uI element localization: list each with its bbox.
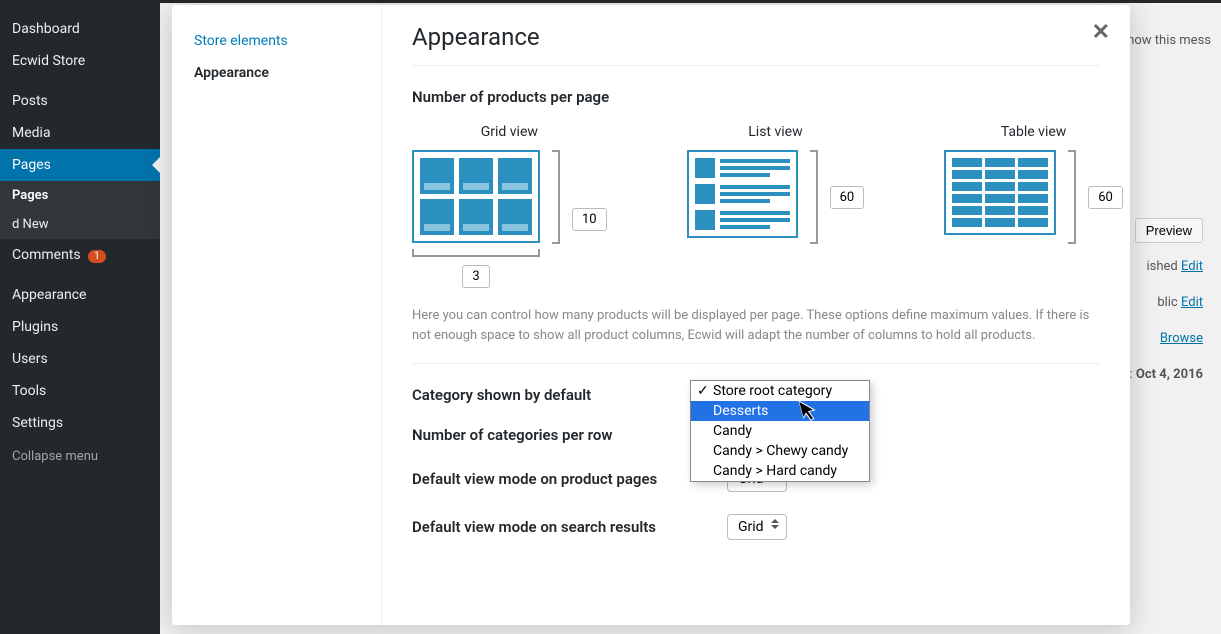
wp-admin-sidebar: Dashboard Ecwid Store Posts Media Pages … bbox=[0, 3, 160, 634]
show-message-text: show this mess bbox=[1121, 33, 1212, 48]
dropdown-option-root[interactable]: Store root category bbox=[691, 381, 869, 401]
view-mode-search-select[interactable]: Grid bbox=[727, 514, 787, 540]
products-help-text: Here you can control how many products w… bbox=[412, 306, 1100, 345]
table-view-label: Table view bbox=[1001, 124, 1067, 140]
menu-posts[interactable]: Posts bbox=[0, 85, 160, 117]
menu-media[interactable]: Media bbox=[0, 117, 160, 149]
date-value: Oct 4, 2016 bbox=[1136, 367, 1203, 382]
comments-badge: 1 bbox=[88, 250, 106, 263]
menu-ecwid-store[interactable]: Ecwid Store bbox=[0, 45, 160, 77]
modal-main: ✕ Appearance Number of products per page… bbox=[382, 5, 1130, 625]
grid-view-label: Grid view bbox=[481, 124, 538, 140]
submenu-pages[interactable]: Pages bbox=[0, 181, 160, 210]
status-label: ished bbox=[1146, 259, 1177, 274]
visibility-label: blic bbox=[1157, 295, 1177, 310]
menu-dashboard[interactable]: Dashboard bbox=[0, 13, 160, 45]
grid-columns-input[interactable]: 3 bbox=[462, 265, 489, 288]
modal-sidebar: Store elements Appearance bbox=[172, 5, 382, 625]
grid-view-column: Grid view 3 bbox=[412, 124, 607, 288]
menu-comments-label: Comments bbox=[12, 247, 81, 263]
menu-pages[interactable]: Pages bbox=[0, 149, 160, 181]
table-view-column: Table view 60 bbox=[944, 124, 1123, 288]
categories-per-row-label: Number of categories per row bbox=[412, 426, 697, 444]
dropdown-option-desserts[interactable]: Desserts bbox=[691, 401, 869, 421]
table-rows-input[interactable]: 60 bbox=[1088, 186, 1123, 209]
grid-rows-input[interactable]: 10 bbox=[572, 208, 607, 231]
sidebar-item-store-elements[interactable]: Store elements bbox=[172, 25, 381, 57]
settings-modal: Store elements Appearance ✕ Appearance N… bbox=[172, 5, 1130, 625]
grid-view-thumbnail bbox=[412, 150, 540, 243]
menu-tools[interactable]: Tools bbox=[0, 375, 160, 407]
view-mode-search-label: Default view mode on search results bbox=[412, 518, 697, 536]
table-view-thumbnail bbox=[944, 150, 1056, 235]
sidebar-item-appearance[interactable]: Appearance bbox=[172, 57, 381, 89]
section-divider bbox=[412, 363, 1100, 364]
row-view-mode-search: Default view mode on search results Grid bbox=[412, 514, 1100, 540]
close-icon[interactable]: ✕ bbox=[1092, 20, 1110, 45]
form-rows: Category shown by default Number of cate… bbox=[412, 386, 1100, 540]
menu-users[interactable]: Users bbox=[0, 343, 160, 375]
list-rows-input[interactable]: 60 bbox=[830, 186, 865, 209]
submenu-add-new[interactable]: d New bbox=[0, 210, 160, 239]
view-mode-product-label: Default view mode on product pages bbox=[412, 470, 697, 488]
list-view-label: List view bbox=[748, 124, 802, 140]
views-row: Grid view 3 bbox=[412, 124, 1100, 288]
visibility-edit-link[interactable]: Edit bbox=[1181, 295, 1203, 310]
status-edit-link[interactable]: Edit bbox=[1181, 259, 1203, 274]
menu-comments[interactable]: Comments 1 bbox=[0, 239, 160, 271]
preview-button[interactable]: Preview bbox=[1135, 218, 1203, 243]
category-default-label: Category shown by default bbox=[412, 386, 697, 404]
dropdown-option-chewy[interactable]: Candy > Chewy candy bbox=[691, 441, 869, 461]
title-divider bbox=[412, 65, 1100, 66]
dropdown-option-candy[interactable]: Candy bbox=[691, 421, 869, 441]
menu-settings[interactable]: Settings bbox=[0, 407, 160, 439]
dropdown-option-hard[interactable]: Candy > Hard candy bbox=[691, 461, 869, 481]
browse-link[interactable]: Browse bbox=[1160, 331, 1203, 346]
list-view-column: List view 60 bbox=[687, 124, 865, 288]
menu-plugins[interactable]: Plugins bbox=[0, 311, 160, 343]
category-dropdown[interactable]: Store root category Desserts Candy Candy… bbox=[690, 380, 870, 482]
products-per-page-heading: Number of products per page bbox=[412, 88, 1100, 106]
modal-title: Appearance bbox=[412, 23, 1100, 51]
menu-appearance[interactable]: Appearance bbox=[0, 279, 160, 311]
list-view-thumbnail bbox=[687, 150, 798, 238]
collapse-menu[interactable]: Collapse menu bbox=[0, 439, 160, 474]
